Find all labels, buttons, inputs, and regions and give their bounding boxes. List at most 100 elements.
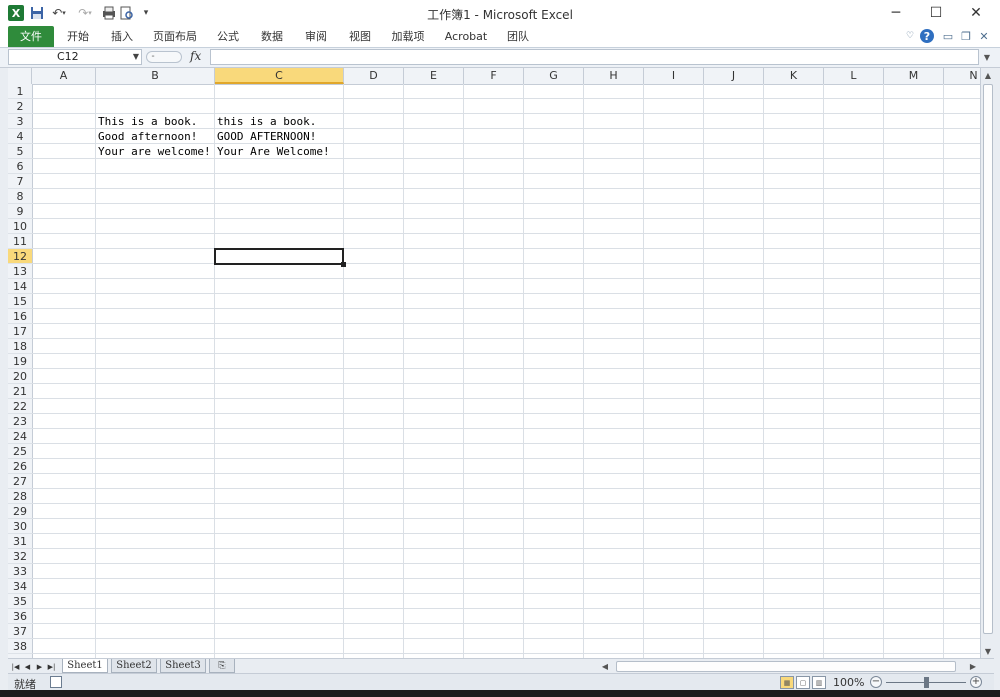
next-sheet-icon[interactable]: ▶: [34, 660, 45, 673]
row-header-21[interactable]: 21: [8, 384, 32, 399]
tab-review[interactable]: 审阅: [298, 26, 334, 47]
cell-c3[interactable]: this is a book.: [215, 114, 316, 129]
column-header-g[interactable]: G: [524, 68, 584, 84]
row-header-26[interactable]: 26: [8, 459, 32, 474]
row-header-17[interactable]: 17: [8, 324, 32, 339]
column-header-k[interactable]: K: [764, 68, 824, 84]
chevron-down-icon[interactable]: ▼: [133, 50, 139, 64]
row-header-15[interactable]: 15: [8, 294, 32, 309]
row-header-20[interactable]: 20: [8, 369, 32, 384]
row-header-13[interactable]: 13: [8, 264, 32, 279]
row-header-35[interactable]: 35: [8, 594, 32, 609]
worksheet-grid[interactable]: ABCDEFGHIJKLMN 1 2 3 4 5 6 7 8 9 10 11 12 13 14 15 16 17…: [8, 68, 980, 658]
workbook-close-icon[interactable]: ✕: [976, 28, 992, 44]
column-header-e[interactable]: E: [404, 68, 464, 84]
row-header-29[interactable]: 29: [8, 504, 32, 519]
zoom-out-icon[interactable]: −: [870, 676, 882, 688]
row-header-25[interactable]: 25: [8, 444, 32, 459]
row-header-33[interactable]: 33: [8, 564, 32, 579]
column-header-l[interactable]: L: [824, 68, 884, 84]
row-header-27[interactable]: 27: [8, 474, 32, 489]
workbook-restore-icon[interactable]: ❐: [958, 28, 974, 44]
row-header-10[interactable]: 10: [8, 219, 32, 234]
zoom-level[interactable]: 100%: [833, 676, 864, 689]
row-header-12[interactable]: 12: [8, 249, 32, 264]
expand-formula-bar-icon[interactable]: ▼: [981, 49, 993, 65]
minimize-button[interactable]: ─: [876, 0, 916, 26]
row-header-37[interactable]: 37: [8, 624, 32, 639]
vertical-scrollbar[interactable]: ▲ ▼: [980, 68, 995, 658]
name-box[interactable]: C12 ▼: [8, 49, 142, 65]
row-header-3[interactable]: 3: [8, 114, 32, 129]
row-header-32[interactable]: 32: [8, 549, 32, 564]
row-header-5[interactable]: 5: [8, 144, 32, 159]
row-header-23[interactable]: 23: [8, 414, 32, 429]
column-header-i[interactable]: I: [644, 68, 704, 84]
zoom-in-icon[interactable]: +: [970, 676, 982, 688]
fill-handle[interactable]: [341, 262, 346, 267]
select-all-corner[interactable]: [8, 68, 32, 84]
row-header-34[interactable]: 34: [8, 579, 32, 594]
horizontal-scroll-thumb[interactable]: [616, 661, 956, 672]
row-header-38[interactable]: 38: [8, 639, 32, 654]
normal-view-icon[interactable]: ▦: [780, 676, 794, 689]
row-header-16[interactable]: 16: [8, 309, 32, 324]
page-layout-view-icon[interactable]: ▢: [796, 676, 810, 689]
cell-b3[interactable]: This is a book.: [96, 114, 197, 129]
column-header-d[interactable]: D: [344, 68, 404, 84]
column-header-f[interactable]: F: [464, 68, 524, 84]
tab-view[interactable]: 视图: [342, 26, 378, 47]
ribbon-collapse-icon[interactable]: ♡: [902, 28, 918, 44]
tab-page-layout[interactable]: 页面布局: [148, 26, 202, 47]
row-header-6[interactable]: 6: [8, 159, 32, 174]
row-header-8[interactable]: 8: [8, 189, 32, 204]
cell-c5[interactable]: Your Are Welcome!: [215, 144, 330, 159]
formula-bar-splitter-icon[interactable]: ⁃: [146, 51, 182, 63]
maximize-button[interactable]: ☐: [916, 0, 956, 26]
column-header-c[interactable]: C: [215, 68, 344, 84]
cell-b4[interactable]: Good afternoon!: [96, 129, 197, 144]
insert-function-icon[interactable]: fx: [190, 49, 201, 63]
row-header-30[interactable]: 30: [8, 519, 32, 534]
row-header-11[interactable]: 11: [8, 234, 32, 249]
column-header-a[interactable]: A: [32, 68, 96, 84]
row-header-7[interactable]: 7: [8, 174, 32, 189]
column-header-h[interactable]: H: [584, 68, 644, 84]
insert-sheet-icon[interactable]: ⎘: [209, 659, 235, 673]
row-header-22[interactable]: 22: [8, 399, 32, 414]
prev-sheet-icon[interactable]: ◀: [22, 660, 33, 673]
column-header-b[interactable]: B: [96, 68, 215, 84]
tab-formulas[interactable]: 公式: [210, 26, 246, 47]
tab-home[interactable]: 开始: [60, 26, 96, 47]
column-header-m[interactable]: M: [884, 68, 944, 84]
tab-file[interactable]: 文件: [8, 26, 54, 47]
close-button[interactable]: ✕: [956, 0, 996, 26]
macro-record-icon[interactable]: [50, 676, 62, 688]
page-break-view-icon[interactable]: ▥: [812, 676, 826, 689]
tab-data[interactable]: 数据: [254, 26, 290, 47]
vertical-scroll-thumb[interactable]: [983, 84, 993, 634]
scroll-left-icon[interactable]: ◀: [600, 660, 610, 673]
row-header-9[interactable]: 9: [8, 204, 32, 219]
horizontal-scrollbar[interactable]: ◀ ▶: [594, 660, 994, 673]
column-header-j[interactable]: J: [704, 68, 764, 84]
row-header-28[interactable]: 28: [8, 489, 32, 504]
workbook-minimize-icon[interactable]: ▭: [940, 28, 956, 44]
row-header-4[interactable]: 4: [8, 129, 32, 144]
row-header-18[interactable]: 18: [8, 339, 32, 354]
tab-acrobat[interactable]: Acrobat: [440, 26, 492, 47]
sheet-tab-2[interactable]: Sheet2: [111, 659, 157, 673]
scroll-right-icon[interactable]: ▶: [968, 660, 978, 673]
scroll-down-icon[interactable]: ▼: [981, 644, 995, 658]
column-header-n[interactable]: N: [944, 68, 980, 84]
tab-addins[interactable]: 加载项: [386, 26, 430, 47]
row-header-1[interactable]: 1: [8, 84, 32, 99]
formula-input[interactable]: [210, 49, 979, 65]
last-sheet-icon[interactable]: ▶|: [46, 660, 57, 673]
first-sheet-icon[interactable]: |◀: [10, 660, 21, 673]
row-header-24[interactable]: 24: [8, 429, 32, 444]
cell-b5[interactable]: Your are welcome!: [96, 144, 211, 159]
zoom-slider-thumb[interactable]: [924, 677, 929, 688]
row-header-36[interactable]: 36: [8, 609, 32, 624]
row-header-14[interactable]: 14: [8, 279, 32, 294]
